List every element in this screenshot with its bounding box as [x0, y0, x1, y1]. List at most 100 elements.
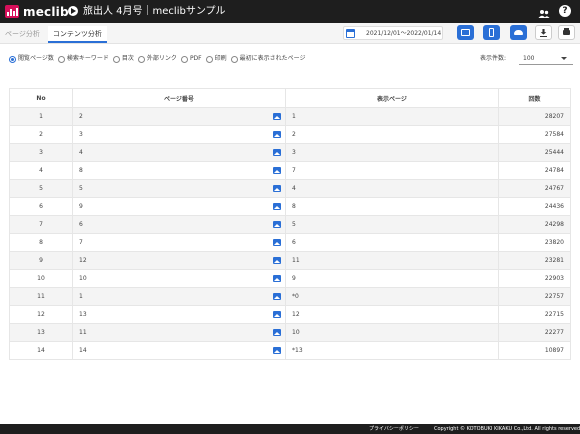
display-count-label: 表示件数:: [480, 55, 507, 62]
cell-page-number: 5: [72, 179, 286, 198]
cell-display-page-text: 3: [292, 149, 296, 156]
cell-display-page-text: 10: [292, 329, 300, 336]
filter-first-page[interactable]: 最初に表示されたページ: [230, 54, 306, 64]
page-image-icon[interactable]: [273, 185, 281, 192]
cell-page-number: 9: [72, 197, 286, 216]
filter-toc[interactable]: 目次: [112, 54, 134, 64]
cell-page-number: 10: [72, 269, 286, 288]
cell-no: 12: [9, 305, 73, 324]
cell-count: 22903: [498, 269, 571, 288]
table-row: 7 6 5 24298: [9, 215, 571, 234]
cell-page-number-text: 1: [79, 293, 83, 300]
radio-button[interactable]: [230, 55, 238, 63]
table-row: 9 12 11 23281: [9, 251, 571, 270]
tab-page-analysis[interactable]: ページ分析: [0, 26, 45, 43]
page-image-icon[interactable]: [273, 311, 281, 318]
page-image-icon[interactable]: [273, 167, 281, 174]
meclib-logo[interactable]: meclib: [5, 4, 69, 19]
table-body: 1 2 1 28207 2 3 2 27584 3 4 3 25444 4 8 7 24784 5 5 4 24767…: [9, 107, 571, 360]
cell-display-page-text: 1: [292, 113, 296, 120]
cell-page-number: 8: [72, 161, 286, 180]
download-button[interactable]: [535, 25, 552, 40]
cell-count-text: 24436: [544, 203, 564, 210]
filter-external-links[interactable]: 外部リンク: [137, 54, 177, 64]
cell-display-page: *0: [285, 287, 499, 306]
filter-page-views[interactable]: 閲覧ページ数: [9, 54, 54, 64]
table-row: 12 13 12 22715: [9, 305, 571, 324]
cell-page-number: 14: [72, 341, 286, 360]
filter-pdf[interactable]: PDF: [180, 54, 202, 64]
cell-display-page-text: *0: [292, 293, 299, 300]
cell-page-number: 4: [72, 143, 286, 162]
page-image-icon[interactable]: [273, 329, 281, 336]
cell-page-number-text: 14: [79, 347, 87, 354]
header-display-page[interactable]: 表示ページ: [285, 88, 499, 108]
smartphone-filter-button[interactable]: [483, 25, 500, 40]
radio-button[interactable]: [57, 55, 65, 63]
display-count-select[interactable]: 100: [519, 52, 573, 65]
header-page-number[interactable]: ページ番号: [72, 88, 286, 108]
cell-page-number: 6: [72, 215, 286, 234]
users-icon[interactable]: [538, 5, 550, 18]
page-image-icon[interactable]: [273, 113, 281, 120]
page-image-icon[interactable]: [273, 275, 281, 282]
radio-button[interactable]: [112, 55, 120, 63]
radio-button[interactable]: [9, 55, 16, 63]
table-row: 2 3 2 27584: [9, 125, 571, 144]
cell-no-text: 6: [39, 203, 43, 210]
cell-no: 9: [9, 251, 73, 270]
page-image-icon[interactable]: [273, 239, 281, 246]
table-row: 6 9 8 24436: [9, 197, 571, 216]
cell-no: 2: [9, 125, 73, 144]
radio-button[interactable]: [205, 55, 213, 63]
table-row: 5 5 4 24767: [9, 179, 571, 198]
filter-search-keywords[interactable]: 検索キーワード: [57, 54, 109, 64]
analysis-type-filters: 閲覧ページ数 検索キーワード 目次 外部リンク PDF 印刷 最初に表示されたペ…: [9, 54, 310, 64]
tablet-filter-button[interactable]: [457, 25, 474, 40]
header-count[interactable]: 回数: [498, 88, 571, 108]
cell-no-text: 14: [37, 347, 45, 354]
cell-no: 14: [9, 341, 73, 360]
cell-count: 24436: [498, 197, 571, 216]
privacy-policy-link[interactable]: プライバシーポリシー: [369, 424, 419, 434]
cell-count-text: 24767: [544, 185, 564, 192]
cell-count-text: 28207: [544, 113, 564, 120]
cell-page-number-text: 4: [79, 149, 83, 156]
cell-count: 22757: [498, 287, 571, 306]
logo-text: meclib: [23, 4, 69, 19]
page-image-icon[interactable]: [273, 131, 281, 138]
footer: プライバシーポリシー Copyright © KOTOBUKI KIKAKU C…: [0, 424, 580, 434]
cell-page-number: 2: [72, 107, 286, 126]
cell-display-page-text: 7: [292, 167, 296, 174]
radio-button[interactable]: [137, 55, 145, 63]
cell-no-text: 1: [39, 113, 43, 120]
date-range-picker[interactable]: 2021/12/01～2022/01/14: [343, 26, 443, 40]
page-image-icon[interactable]: [273, 257, 281, 264]
cell-display-page: 7: [285, 161, 499, 180]
print-button[interactable]: [558, 25, 575, 40]
help-icon[interactable]: ?: [559, 5, 571, 17]
radio-button[interactable]: [180, 55, 188, 63]
calendar-icon: [346, 29, 355, 38]
page-image-icon[interactable]: [273, 293, 281, 300]
page-image-icon[interactable]: [273, 149, 281, 156]
cell-display-page: 4: [285, 179, 499, 198]
cell-count-text: 22277: [544, 329, 564, 336]
cell-no: 7: [9, 215, 73, 234]
date-range-text: 2021/12/01～2022/01/14: [366, 30, 442, 37]
cloud-filter-button[interactable]: [510, 25, 527, 40]
tab-content-analysis[interactable]: コンテンツ分析: [47, 26, 107, 43]
page-image-icon[interactable]: [273, 347, 281, 354]
table-row: 10 10 9 22903: [9, 269, 571, 288]
cell-page-number-text: 2: [79, 113, 83, 120]
cell-count-text: 25444: [544, 149, 564, 156]
tab-divider: [0, 43, 580, 44]
page-image-icon[interactable]: [273, 203, 281, 210]
cell-no-text: 2: [39, 131, 43, 138]
cell-page-number: 12: [72, 251, 286, 270]
page-image-icon[interactable]: [273, 221, 281, 228]
top-bar: meclib 旅出人 4月号｜meclibサンプル ?: [0, 0, 580, 23]
header-no[interactable]: No: [9, 88, 73, 108]
table-row: 14 14 *13 10897: [9, 341, 571, 360]
filter-print[interactable]: 印刷: [205, 54, 227, 64]
